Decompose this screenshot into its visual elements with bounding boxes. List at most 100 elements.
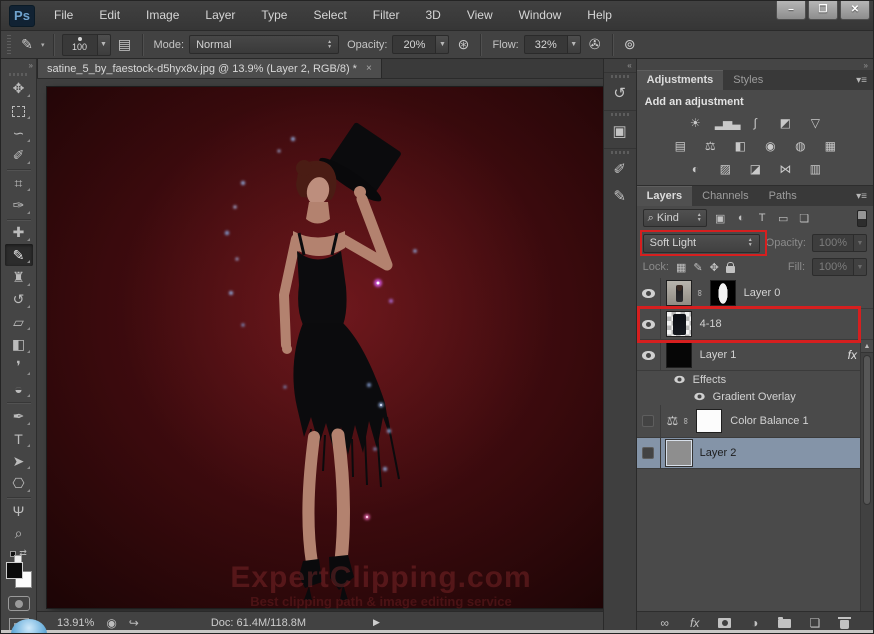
- new-layer-icon[interactable]: ❏: [807, 616, 823, 630]
- brush-panel-icon[interactable]: ✐: [607, 157, 633, 181]
- layer0-thumbnail[interactable]: [666, 280, 692, 306]
- levels-icon[interactable]: ▂▅▃: [715, 114, 735, 131]
- dock-grip[interactable]: [611, 75, 629, 78]
- layer2-thumbnail[interactable]: [666, 440, 692, 466]
- lock-all-icon[interactable]: [726, 266, 735, 273]
- menu-select[interactable]: Select: [300, 1, 359, 30]
- default-swap-colors[interactable]: ⇄: [10, 548, 27, 559]
- tab-styles[interactable]: Styles: [723, 70, 773, 90]
- effects-row[interactable]: Effects: [637, 371, 873, 388]
- filter-type-layers-icon[interactable]: T: [755, 212, 770, 224]
- clone-stamp-tool[interactable]: ♜: [5, 266, 33, 288]
- lock-transparency-icon[interactable]: ▦: [676, 261, 686, 274]
- layer-name[interactable]: Layer 1: [700, 349, 737, 361]
- menu-view[interactable]: View: [454, 1, 506, 30]
- airbrush-icon[interactable]: ✇: [586, 35, 604, 55]
- new-adjustment-layer-icon[interactable]: ◑: [747, 616, 763, 630]
- layer0-mask-thumbnail[interactable]: [710, 280, 736, 306]
- filter-shape-layers-icon[interactable]: ▭: [776, 212, 791, 225]
- canvas-image[interactable]: ExpertClipping.com Best clipping path & …: [47, 87, 603, 608]
- pen-tool[interactable]: ✒: [5, 405, 33, 427]
- eye-icon[interactable]: [642, 320, 655, 329]
- type-tool[interactable]: T: [5, 428, 33, 450]
- toggle-brush-panel-icon[interactable]: ▤: [116, 35, 134, 55]
- delete-layer-icon[interactable]: [837, 617, 853, 629]
- quick-mask-button[interactable]: [8, 596, 30, 612]
- hue-saturation-icon[interactable]: ▤: [670, 137, 690, 154]
- proof-preview-icon[interactable]: ◉: [106, 616, 116, 630]
- curves-icon[interactable]: ∫: [745, 114, 765, 131]
- filter-kind-select[interactable]: ⌕ Kind ▲▼: [643, 209, 707, 227]
- minimize-button[interactable]: –: [776, 1, 806, 20]
- filter-smart-objects-icon[interactable]: ❏: [797, 212, 812, 225]
- brush-preset-dropdown-button[interactable]: ▼: [98, 34, 111, 56]
- menu-3d[interactable]: 3D: [412, 1, 453, 30]
- visibility-cell[interactable]: [637, 278, 661, 308]
- layer-row-4-18[interactable]: 4-18: [637, 309, 873, 340]
- lock-paint-icon[interactable]: ✎: [693, 261, 702, 274]
- menu-filter[interactable]: Filter: [360, 1, 413, 30]
- history-panel-icon[interactable]: ↺: [607, 81, 633, 105]
- eye-icon[interactable]: [642, 289, 655, 298]
- history-brush-tool[interactable]: ↺: [5, 289, 33, 311]
- opacity-control[interactable]: 20% ▼: [392, 35, 449, 54]
- menu-window[interactable]: Window: [506, 1, 575, 30]
- opacity-value[interactable]: 20%: [392, 35, 436, 54]
- default-colors-icon[interactable]: [10, 551, 16, 557]
- flow-control[interactable]: 32% ▼: [524, 35, 581, 54]
- layer1-thumbnail[interactable]: [666, 342, 692, 368]
- current-tool-icon[interactable]: ✎: [18, 35, 36, 55]
- quick-selection-tool[interactable]: ✐: [5, 145, 33, 167]
- move-tool[interactable]: ✥: [5, 78, 33, 100]
- layer-row-layer1[interactable]: Layer 1 fx: [637, 340, 873, 371]
- export-share-icon[interactable]: ↪: [129, 616, 139, 630]
- gradient-overlay-label[interactable]: Gradient Overlay: [713, 391, 796, 403]
- panels-collapse-icon[interactable]: »: [637, 59, 873, 70]
- visibility-cell[interactable]: [637, 309, 661, 339]
- channel-mixer-icon[interactable]: ◍: [790, 137, 810, 154]
- layer-row-layer0[interactable]: ∞ Layer 0: [637, 278, 873, 309]
- photo-filter-icon[interactable]: ◉: [760, 137, 780, 154]
- posterize-icon[interactable]: ▨: [715, 160, 735, 177]
- layer-fx-badge[interactable]: fx: [848, 348, 859, 362]
- layer-style-icon[interactable]: fx: [687, 616, 703, 630]
- tab-close-icon[interactable]: ×: [366, 63, 372, 74]
- tab-paths[interactable]: Paths: [759, 186, 807, 206]
- brush-preset-picker[interactable]: 100 ▼: [62, 34, 111, 56]
- dodge-tool[interactable]: ◒: [5, 378, 33, 400]
- spot-healing-brush-tool[interactable]: ✚: [5, 222, 33, 244]
- layer-name[interactable]: Color Balance 1: [730, 415, 808, 427]
- color-swatches[interactable]: [6, 562, 32, 587]
- eye-icon[interactable]: [694, 393, 704, 400]
- menu-edit[interactable]: Edit: [86, 1, 133, 30]
- gradient-overlay-row[interactable]: Gradient Overlay: [637, 388, 873, 405]
- gradient-tool[interactable]: ◧: [5, 333, 33, 355]
- link-layers-icon[interactable]: ∞: [657, 616, 673, 630]
- brush-tool[interactable]: ✎: [5, 244, 33, 266]
- new-group-icon[interactable]: [777, 617, 793, 628]
- mini-bridge-panel-icon[interactable]: ▣: [607, 119, 633, 143]
- menu-file[interactable]: File: [41, 1, 86, 30]
- brush-preset-preview[interactable]: 100: [62, 34, 98, 56]
- effects-label[interactable]: Effects: [693, 374, 726, 386]
- black-white-icon[interactable]: ◧: [730, 137, 750, 154]
- color-lookup-icon[interactable]: ▦: [820, 137, 840, 154]
- tab-channels[interactable]: Channels: [692, 186, 758, 206]
- document-tab[interactable]: satine_5_by_faestock-d5hyx8v.jpg @ 13.9%…: [37, 59, 382, 78]
- hidden-visibility-checkbox[interactable]: [642, 447, 654, 459]
- tab-adjustments[interactable]: Adjustments: [637, 70, 724, 90]
- brush-presets-panel-icon[interactable]: ✎: [607, 184, 633, 208]
- visibility-cell[interactable]: [637, 405, 661, 437]
- dock-collapse-icon[interactable]: «: [604, 59, 636, 72]
- crop-tool[interactable]: ⌗: [5, 172, 33, 194]
- visibility-cell[interactable]: [637, 340, 661, 370]
- eraser-tool[interactable]: ▱: [5, 311, 33, 333]
- zoom-level[interactable]: 13.91%: [57, 617, 94, 629]
- threshold-icon[interactable]: ◪: [745, 160, 765, 177]
- menu-image[interactable]: Image: [133, 1, 192, 30]
- 4-18-thumbnail[interactable]: [666, 311, 692, 337]
- blend-mode-select[interactable]: Normal ▲▼: [189, 35, 339, 54]
- close-button[interactable]: ✕: [840, 1, 870, 20]
- options-bar-grip[interactable]: [7, 35, 11, 55]
- hand-tool[interactable]: Ψ: [5, 500, 33, 522]
